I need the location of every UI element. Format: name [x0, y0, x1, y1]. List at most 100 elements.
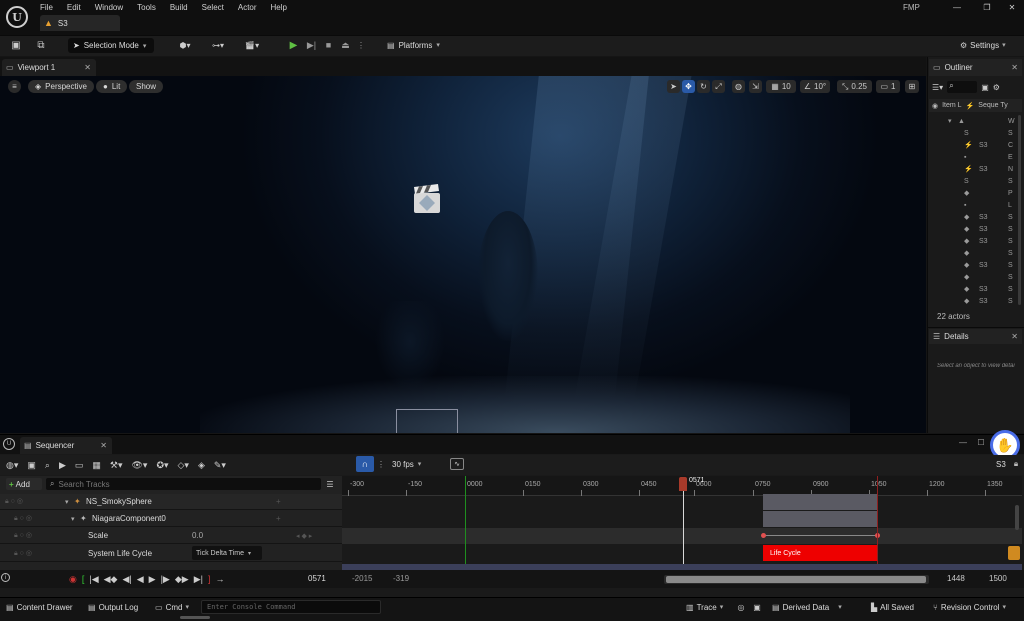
set-start-icon[interactable]: [ [82, 574, 85, 584]
world-icon[interactable]: ◍▾ [6, 460, 18, 471]
outliner-row[interactable]: ◆ S3 S [930, 259, 1022, 271]
viewport-canvas[interactable] [0, 76, 926, 433]
viewport-menu-icon[interactable]: ≡ [8, 80, 21, 93]
play-icon[interactable]: ▶ [287, 38, 300, 52]
add-subtrack-icon[interactable]: + [276, 497, 281, 506]
surface-snap-icon[interactable]: ⇲ [749, 80, 762, 93]
outliner-row[interactable]: SS [930, 175, 1022, 187]
view-options-icon[interactable]: 👁︎▾ [131, 460, 147, 471]
range-end[interactable]: 1500 [989, 574, 1007, 583]
scale-tool-icon[interactable]: ⤢ [712, 80, 725, 93]
track-row[interactable]: 🔒︎ ○ ◎ ▾ ✦ NiagaraComponent0 + [0, 511, 342, 527]
save-icon[interactable]: ▣ [27, 460, 36, 471]
search-tracks-input[interactable]: ⌕ Search Tracks [46, 478, 321, 490]
rotation-snap-button[interactable]: ∠ 10° [800, 80, 830, 93]
outliner-scrollbar[interactable] [1018, 115, 1021, 305]
current-frame[interactable]: 0571 [308, 574, 326, 583]
outliner-row[interactable]: ◆ P [930, 187, 1022, 199]
timeline-hscroll-thumb[interactable] [666, 576, 926, 583]
range-start[interactable]: -2015 [352, 574, 372, 583]
expand-icon[interactable]: ▾ [65, 498, 69, 506]
curve-icon[interactable]: ∿ [450, 458, 464, 470]
settings-dropdown[interactable]: ⚙ Settings ▾ [960, 39, 1006, 51]
cmd-dropdown[interactable]: ▭ Cmd ▾ [155, 601, 189, 613]
revision-control-dropdown[interactable]: ⑂ Revision Control ▾ [933, 601, 1006, 613]
key-tool-icon[interactable]: ⚒▾ [110, 460, 123, 471]
key-interp-icon[interactable]: ◇▾ [178, 460, 189, 471]
all-saved-button[interactable]: ▙ All Saved [871, 601, 914, 613]
outliner-row[interactable]: ◆ S3 S [930, 295, 1022, 307]
search-field[interactable]: ⌕ [947, 81, 978, 93]
maximize-icon[interactable]: ❐ [980, 1, 994, 13]
find-icon[interactable]: ⌕ [45, 460, 50, 471]
content-drawer-button[interactable]: ▤ Content Drawer [6, 601, 73, 613]
platforms-dropdown[interactable]: ▤ Platforms ▾ [387, 39, 440, 51]
auto-key-icon[interactable]: ✪▾ [156, 460, 168, 471]
lit-button[interactable]: ● Lit [96, 80, 128, 93]
play-options-icon[interactable]: ⋮ [356, 38, 366, 52]
jump-end-icon[interactable]: ▶| [194, 574, 203, 585]
view-end[interactable]: 1448 [947, 574, 965, 583]
menu-file[interactable]: File [40, 3, 53, 12]
playback-options-icon[interactable]: ▦ [92, 460, 101, 471]
show-button[interactable]: Show [129, 80, 164, 93]
record-icon[interactable]: ◉ [69, 574, 77, 585]
visibility-icon[interactable]: ◉ [932, 102, 938, 110]
view-start[interactable]: -319 [393, 574, 409, 583]
step-forward-icon[interactable]: |▶ [161, 574, 170, 585]
track-value[interactable]: 0.0 [192, 531, 203, 540]
step-back-icon[interactable]: ◀| [122, 574, 131, 585]
close-tab-icon[interactable]: ✕ [1011, 332, 1018, 341]
outliner-tab[interactable]: ▭ Outliner ✕ [929, 59, 1022, 76]
keyframe-marker[interactable] [761, 533, 766, 538]
minimize-icon[interactable]: — [950, 1, 964, 13]
derived-data-dropdown[interactable]: ▤ Derived Data ▾ [772, 601, 842, 613]
close-tab-icon[interactable]: ✕ [100, 441, 107, 450]
track-row[interactable]: 🔒︎ ○ ◎ ▾ ✦ NS_SmokySphere + [0, 494, 342, 510]
outliner-row[interactable]: ▪ E [930, 151, 1022, 163]
content-browse-icon[interactable]: ⧉ [34, 39, 48, 51]
world-space-icon[interactable]: ◍ [732, 80, 745, 93]
render-movie-icon[interactable]: ▶ [59, 460, 66, 471]
add-actor-icon[interactable]: ⬢▾ [173, 38, 197, 52]
blueprint-icon[interactable]: ⊶▾ [206, 38, 230, 52]
jump-start-icon[interactable]: |◀ [89, 574, 98, 585]
playhead-handle[interactable] [679, 477, 687, 491]
menu-window[interactable]: Window [95, 3, 123, 12]
perspective-button[interactable]: ◈ Perspective [28, 80, 94, 93]
timeline-vscroll[interactable] [1015, 505, 1019, 530]
section-end-icon[interactable] [1008, 546, 1020, 560]
curve-editor-icon[interactable]: ◈ [198, 460, 205, 471]
selection-mode-dropdown[interactable]: ➤ Selection Mode ▾ [68, 38, 154, 53]
camera-cut-icon[interactable]: ▭ [75, 460, 84, 471]
life-cycle-section[interactable]: Life Cycle [763, 545, 877, 561]
unreal-logo-icon[interactable]: U [6, 6, 28, 28]
edit-tool-icon[interactable]: ✎▾ [214, 460, 226, 471]
loop-icon[interactable]: → [215, 574, 224, 584]
maximize-icon[interactable]: ☐ [976, 437, 986, 447]
track-row[interactable]: 🔒︎ ○ ◎ Scale 0.0 ◂ ◆ ▸ [0, 528, 342, 544]
grid-snap-button[interactable]: ▦ 10 [766, 80, 796, 93]
console-input[interactable]: Enter Console Command [201, 600, 381, 614]
record-trace-icon[interactable]: ◎ [736, 601, 746, 613]
timeline-hscroll[interactable] [664, 575, 929, 584]
life-cycle-dropdown[interactable]: Tick Delta Time ▾ [192, 546, 262, 560]
outliner-row[interactable]: ⚡ S3 C [930, 139, 1022, 151]
outliner-row[interactable]: ◆ S [930, 247, 1022, 259]
filter-icon[interactable]: ☰ [324, 478, 336, 490]
track-section-bar[interactable] [763, 494, 877, 510]
play-icon[interactable]: ▶ [149, 574, 156, 585]
column-sequence-type[interactable]: Seque Ty [978, 102, 1007, 109]
outliner-row[interactable]: ◆ S3 S [930, 211, 1022, 223]
close-tab-icon[interactable]: ✕ [84, 63, 91, 72]
add-folder-icon[interactable]: ▣ [981, 83, 989, 92]
outliner-row[interactable]: ◆ S [930, 271, 1022, 283]
info-icon[interactable]: i [1, 573, 10, 582]
expand-icon[interactable]: ▾ [71, 515, 75, 523]
menu-help[interactable]: Help [271, 3, 287, 12]
output-log-button[interactable]: ▤ Output Log [88, 601, 138, 613]
menu-actor[interactable]: Actor [238, 3, 257, 12]
details-tab[interactable]: ☰ Details ✕ [929, 329, 1022, 344]
set-end-icon[interactable]: ] [208, 574, 211, 584]
menu-select[interactable]: Select [202, 3, 224, 12]
